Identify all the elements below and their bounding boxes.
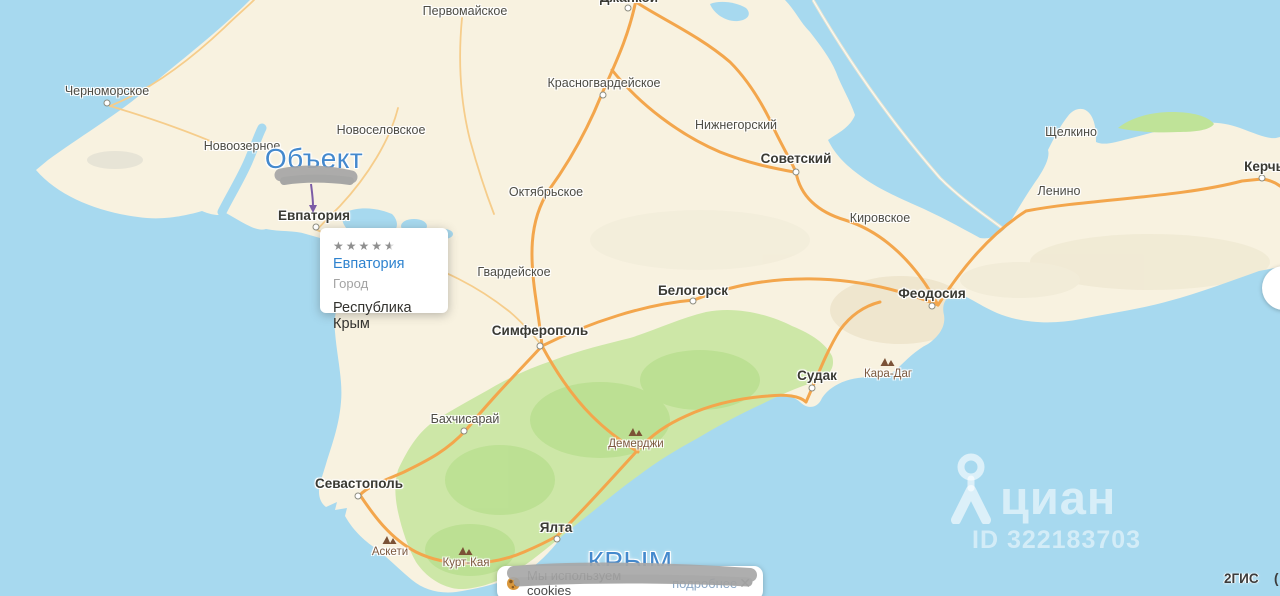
place-marker-dot	[461, 428, 468, 435]
map-place-label[interactable]: Октябрьское	[509, 186, 583, 199]
place-marker-dot	[929, 303, 936, 310]
map-place-label[interactable]: Гвардейское	[477, 266, 550, 279]
map-place-label[interactable]: Первомайское	[423, 5, 508, 18]
place-marker-dot	[313, 224, 320, 231]
map-attribution-extra: (	[1274, 571, 1279, 586]
map-place-label[interactable]: Симферополь	[492, 324, 588, 338]
cookie-message: Мы используем cookies	[527, 568, 664, 596]
map-place-label[interactable]: Кировское	[850, 212, 910, 225]
place-marker-dot	[554, 536, 561, 543]
map-place-label[interactable]: Судак	[797, 369, 837, 383]
place-marker-dot	[625, 5, 632, 12]
map-place-label[interactable]: Новоселовское	[337, 124, 426, 137]
map-place-label[interactable]: Черноморское	[65, 85, 149, 98]
map-place-label[interactable]: Демерджи	[608, 439, 663, 451]
map-place-label[interactable]: Курт-Кая	[443, 558, 490, 570]
map-place-label[interactable]: Евпатория	[278, 209, 350, 223]
map-place-label[interactable]: Керчь	[1244, 160, 1280, 174]
place-marker-dot	[355, 493, 362, 500]
place-marker-dot	[104, 100, 111, 107]
close-icon[interactable]: ✕	[737, 574, 753, 592]
place-marker-dot	[600, 92, 607, 99]
cookie-details-link[interactable]: подробнее	[672, 576, 737, 591]
map-place-label[interactable]: Нижнегорский	[695, 119, 777, 132]
half-star-icon: ★	[384, 239, 397, 253]
map-place-label[interactable]: Белогорск	[658, 284, 728, 298]
map-place-label[interactable]: Феодосия	[898, 287, 965, 301]
map-attribution-logo[interactable]: 2ГИС	[1224, 571, 1259, 586]
map-place-label[interactable]: Севастополь	[315, 477, 403, 491]
place-marker-dot	[809, 385, 816, 392]
place-marker-dot	[1259, 175, 1266, 182]
map-place-label[interactable]: Щелкино	[1045, 126, 1097, 139]
map-place-label[interactable]: Ялта	[540, 521, 572, 535]
map-place-label[interactable]: Красногвардейское	[548, 77, 661, 90]
map-big-label: Объект	[265, 145, 363, 173]
map-place-label[interactable]: Ленино	[1038, 185, 1081, 198]
popup-region: Республика Крым	[333, 300, 448, 332]
map-place-label[interactable]: Кара-Даг	[864, 369, 912, 381]
cookie-banner: Мы используем cookies подробнее ✕	[497, 566, 763, 596]
map-place-label[interactable]: Бахчисарай	[431, 413, 500, 426]
map-place-label[interactable]: Аскети	[372, 547, 408, 559]
place-popup-card[interactable]: ★★★★★ Евпатория Город Республика Крым	[320, 228, 448, 313]
rating-stars: ★★★★★	[333, 240, 448, 252]
popup-category: Город	[333, 276, 448, 291]
map-place-label[interactable]: Советский	[761, 152, 832, 166]
cookie-icon	[507, 577, 520, 590]
popup-title-link[interactable]: Евпатория	[333, 256, 448, 272]
place-marker-dot	[537, 343, 544, 350]
map-place-label[interactable]: Джанкой	[600, 0, 658, 5]
map-canvas[interactable]: Черноморское Первомайское Джанкой Красногва…	[0, 0, 1280, 596]
place-marker-dot	[793, 169, 800, 176]
place-marker-dot	[690, 298, 697, 305]
